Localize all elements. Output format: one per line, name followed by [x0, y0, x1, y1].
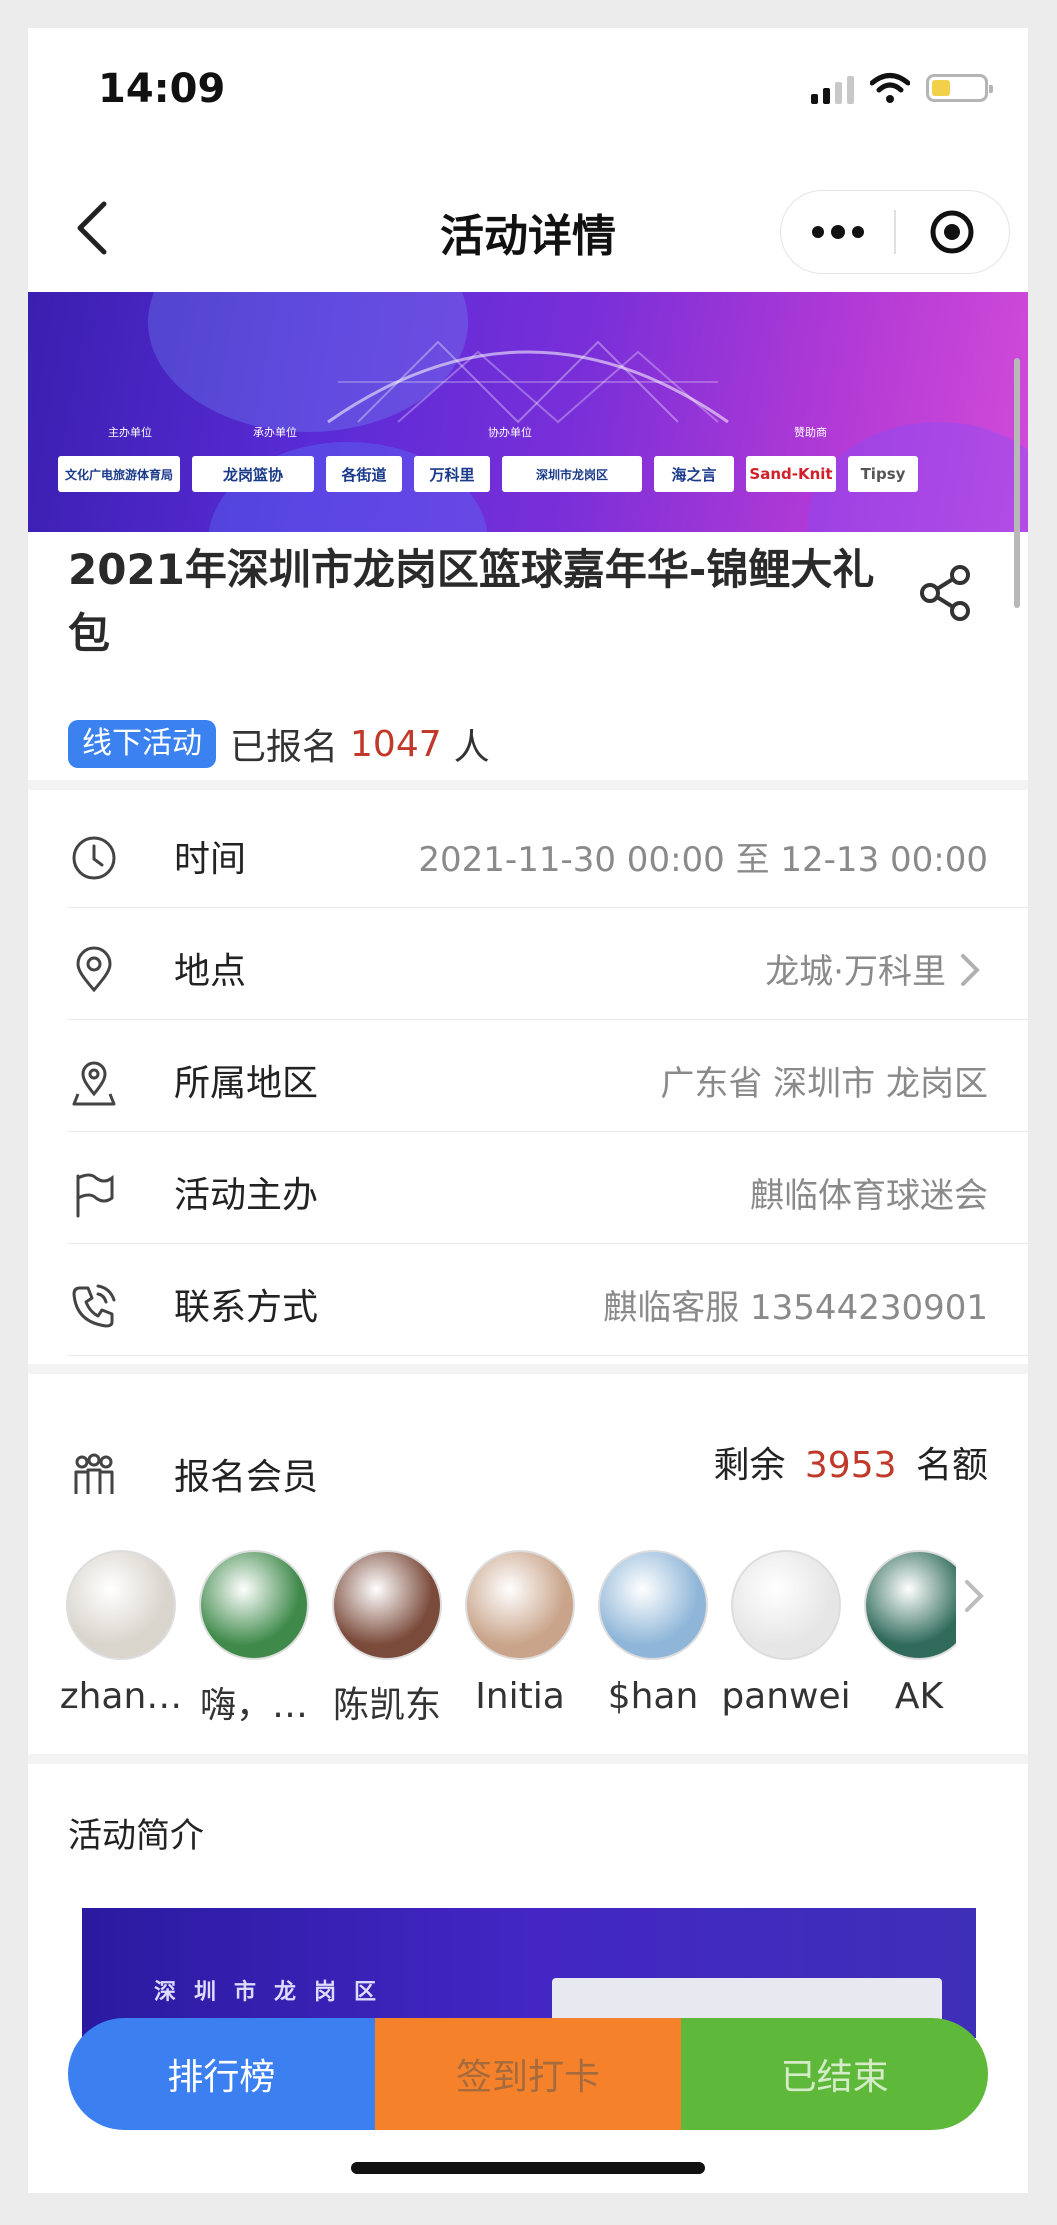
member-avatar-item[interactable]: 陈凯东: [322, 1550, 452, 1728]
info-value: 麒临体育球迷会: [750, 1176, 988, 1216]
banner-caption: 赞助商: [794, 426, 827, 439]
home-indicator[interactable]: [351, 2162, 705, 2174]
registered-label: 已报名: [230, 727, 339, 768]
member-name: AK: [894, 1676, 944, 1717]
more-button[interactable]: [781, 191, 894, 273]
avatar: [332, 1550, 442, 1660]
avatar: [731, 1550, 841, 1660]
sponsor-logo: 海之言: [654, 456, 734, 492]
members-header: 报名会员 剩余 3953 名额: [68, 1418, 1028, 1518]
member-avatar-item[interactable]: AK: [854, 1550, 956, 1717]
sponsor-logo-strip: 文化广电旅游体育局 龙岗篮协 各街道 万科里 深圳市龙岗区 海之言 Sand-K…: [58, 452, 998, 496]
leaderboard-button[interactable]: 排行榜: [68, 2018, 375, 2130]
nav-bar: 活动详情: [28, 148, 1028, 288]
info-row-contact[interactable]: 联系方式 麒临客服 13544230901: [68, 1244, 1028, 1356]
registered-unit: 人: [453, 727, 490, 768]
registration-summary: 线下活动 已报名 1047 人: [68, 718, 490, 770]
sponsor-logo: 深圳市龙岗区: [502, 456, 642, 492]
signal-icon: [811, 72, 854, 104]
member-avatar-item[interactable]: 嗨，…: [189, 1550, 319, 1728]
wifi-icon: [870, 73, 910, 103]
checkin-button[interactable]: 签到打卡: [374, 2018, 682, 2130]
status-time: 14:09: [98, 66, 226, 112]
sponsor-logo: 文化广电旅游体育局: [58, 456, 180, 492]
chevron-right-icon: [961, 954, 980, 986]
info-value: 2021-11-30 00:00 至 12-13 00:00: [418, 840, 988, 880]
member-name: panwei: [721, 1676, 851, 1717]
registered-count: 1047: [350, 723, 442, 765]
quota-suffix: 名额: [915, 1445, 988, 1486]
avatar: [199, 1550, 309, 1660]
member-name: $han: [607, 1676, 699, 1717]
poster-text: 深圳市龙岗区: [154, 1980, 395, 2005]
avatar: [864, 1550, 956, 1660]
info-value: 广东省 深圳市 龙岗区: [660, 1064, 988, 1104]
info-row-time: 时间 2021-11-30 00:00 至 12-13 00:00: [68, 796, 1028, 908]
info-label: 地点: [174, 951, 247, 992]
sponsor-logo: 龙岗篮协: [192, 456, 314, 492]
quota-prefix: 剩余: [713, 1445, 786, 1486]
flag-icon: [76, 1173, 114, 1218]
group-icon: [74, 1453, 114, 1494]
sponsor-logo: Sand-Knit: [746, 456, 836, 492]
chevron-right-icon[interactable]: [962, 1576, 986, 1616]
close-program-button[interactable]: [896, 191, 1009, 273]
status-bar: 14:09: [28, 28, 1028, 148]
info-value: 麒临客服 13544230901: [603, 1288, 988, 1328]
info-row-organizer: 活动主办 麒临体育球迷会: [68, 1132, 1028, 1244]
offline-event-tag: 线下活动: [68, 720, 216, 768]
member-avatar-item[interactable]: Initia: [455, 1550, 585, 1717]
share-icon[interactable]: [918, 563, 974, 623]
info-label: 活动主办: [174, 1175, 319, 1216]
ended-button[interactable]: 已结束: [681, 2018, 988, 2130]
member-avatar-item[interactable]: zhan…: [56, 1550, 186, 1717]
sponsor-logo: Tipsy: [848, 456, 918, 492]
status-icons: [811, 72, 993, 104]
member-name: 嗨，…: [199, 1685, 308, 1726]
info-value: 龙城·万科里: [765, 952, 946, 992]
event-banner-image: 主办单位 承办单位 协办单位 赞助商 文化广电旅游体育局 龙岗篮协 各街道 万科…: [28, 292, 1028, 532]
banner-caption: 承办单位: [253, 426, 297, 439]
avatar: [465, 1550, 575, 1660]
map-pin-icon: [72, 1061, 116, 1106]
info-label: 联系方式: [174, 1287, 319, 1328]
info-label: 时间: [174, 839, 247, 880]
member-avatar-list: zhan… 嗨，… 陈凯东 Initia $han panwei AK: [56, 1550, 956, 1730]
banner-caption: 协办单位: [488, 426, 532, 439]
mini-program-capsule: [780, 190, 1010, 274]
avatar: [598, 1550, 708, 1660]
event-title: 2021年深圳市龙岗区篮球嘉年华-锦鲤大礼包: [68, 545, 875, 658]
info-row-location[interactable]: 地点 龙城·万科里: [68, 908, 1028, 1020]
phone-screen: 14:09 活动详情 主办单位 承办单位 协办单位 赞助商 文化广电旅游体育局 …: [28, 28, 1028, 2193]
member-name: zhan…: [59, 1676, 183, 1717]
member-name: Initia: [475, 1676, 565, 1717]
scrollbar[interactable]: [1014, 358, 1020, 608]
avatar: [66, 1550, 176, 1660]
members-label: 报名会员: [174, 1457, 319, 1498]
battery-icon: [926, 74, 993, 102]
clock-icon: [72, 836, 116, 880]
sponsor-logo: 各街道: [326, 456, 402, 492]
quota-count: 3953: [804, 1445, 897, 1486]
phone-icon: [72, 1284, 116, 1328]
sponsor-logo: 万科里: [414, 456, 490, 492]
intro-title: 活动简介: [68, 1816, 204, 1856]
more-dots-icon: [811, 225, 864, 239]
target-circle-icon: [930, 210, 974, 254]
member-name: 陈凯东: [332, 1685, 441, 1726]
member-avatar-item[interactable]: panwei: [721, 1550, 851, 1717]
stadium-graphic: [327, 340, 729, 424]
banner-caption: 主办单位: [108, 426, 152, 439]
remaining-quota: 剩余 3953 名额: [713, 1436, 988, 1488]
info-row-region: 所属地区 广东省 深圳市 龙岗区: [68, 1020, 1028, 1132]
location-pin-icon: [76, 946, 112, 993]
member-avatar-item[interactable]: $han: [588, 1550, 718, 1717]
info-label: 所属地区: [174, 1063, 319, 1104]
bottom-action-bar: 排行榜 签到打卡 已结束: [68, 2018, 988, 2130]
